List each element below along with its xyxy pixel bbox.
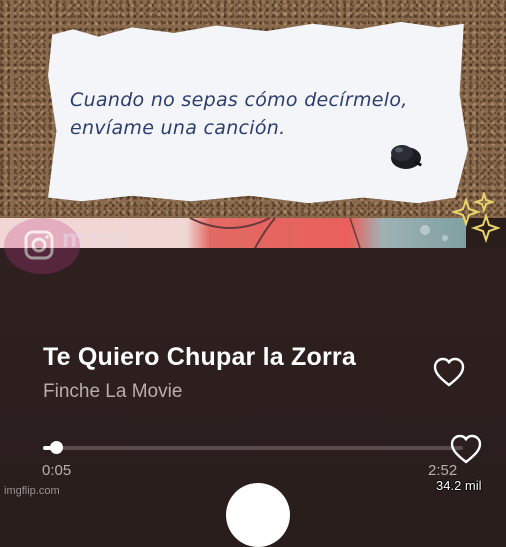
artist-name[interactable]: Finche La Movie [43, 381, 182, 403]
current-time: 0:05 [42, 462, 72, 479]
progress-track[interactable] [43, 446, 463, 450]
paper-note: Cuando no sepas cómo decírmelo, envíame … [48, 21, 468, 204]
pushpin-icon [391, 145, 422, 169]
note-line-1: Cuando no sepas cómo decírmelo, [70, 89, 408, 111]
like-heart-icon[interactable] [432, 356, 466, 388]
track-title: Te Quiero Chupar la Zorra [43, 343, 356, 371]
sparkles-icon [452, 192, 500, 244]
imgflip-watermark: imgflip.com [4, 485, 60, 497]
corkboard-photo: Cuando no sepas cómo decírmelo, envíame … [0, 0, 506, 218]
watermark-handle: moni [62, 223, 129, 253]
progress-handle[interactable] [50, 441, 63, 454]
reaction-heart-icon[interactable] [449, 433, 483, 465]
play-button[interactable] [226, 483, 290, 547]
likes-count: 34.2 mil [436, 478, 482, 493]
note-text: Cuando no sepas cómo decírmelo, envíame … [70, 86, 450, 142]
total-time: 2:52 [428, 462, 458, 479]
